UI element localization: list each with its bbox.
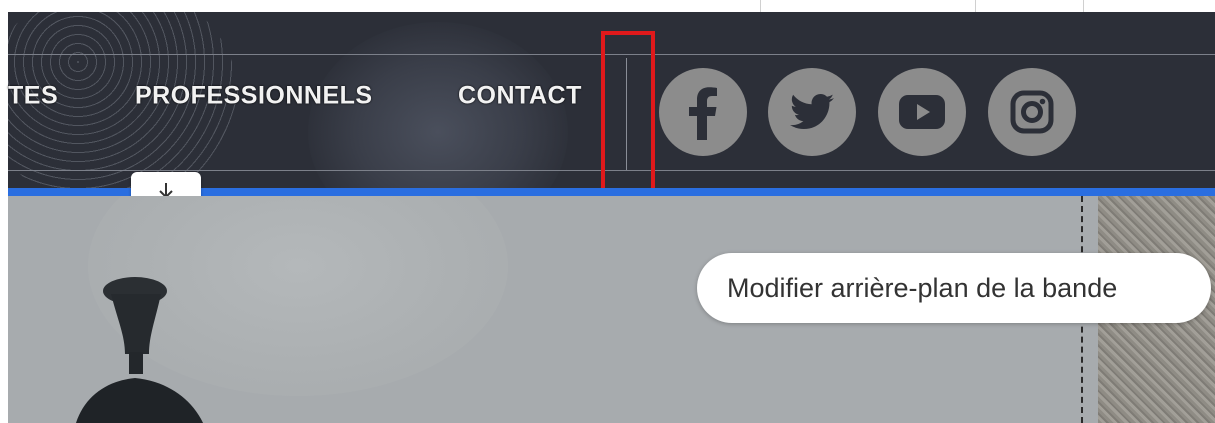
highlight-box [601, 31, 655, 200]
twitter-icon [790, 93, 834, 130]
nav-item-professionnels[interactable]: PROFESSIONNELS [135, 82, 373, 111]
twitter-link[interactable] [768, 68, 856, 156]
facebook-link[interactable] [659, 68, 747, 156]
youtube-link[interactable] [878, 68, 966, 156]
nav-item-contact[interactable]: CONTACT [458, 82, 582, 111]
top-divider [760, 0, 761, 12]
top-divider [1083, 0, 1084, 12]
youtube-icon [899, 95, 945, 129]
instagram-link[interactable] [988, 68, 1076, 156]
top-strip [0, 0, 1215, 12]
instagram-icon [1010, 90, 1054, 134]
facebook-icon [689, 87, 717, 140]
nav-item-partial[interactable]: TES [8, 82, 58, 111]
top-divider [975, 0, 976, 12]
change-strip-background-button[interactable]: Modifier arrière-plan de la bande [697, 253, 1211, 323]
ceiling-fan-image [76, 277, 203, 423]
